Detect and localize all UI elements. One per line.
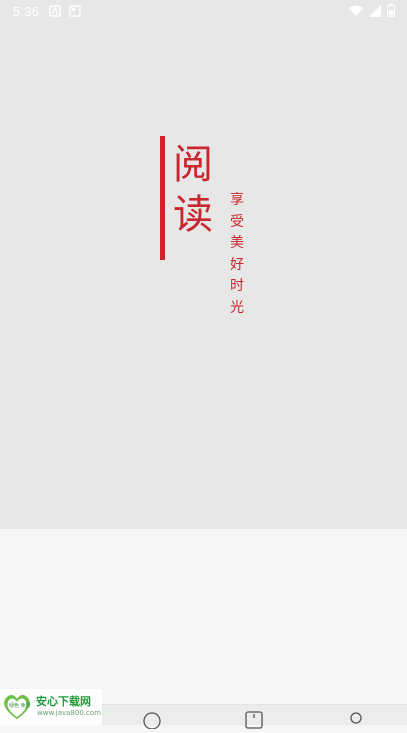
profile-icon[interactable] [348,711,364,733]
bookshelf-icon[interactable] [245,711,263,733]
wifi-icon [349,5,363,20]
battery-icon [387,4,395,20]
status-icons-right [349,4,395,20]
logo-accent-bar [160,136,165,260]
status-icons-left [49,5,81,20]
notification-gallery-icon [69,5,81,20]
notification-a-icon [49,5,61,20]
discover-icon[interactable] [142,711,162,733]
status-time: 5:36 [13,4,40,19]
app-tagline: 享受美好时光 [230,192,244,316]
watermark: 绿色 免费 安心下载网 www.java800.com [0,689,102,725]
watermark-badge: 绿色 免费 [9,703,31,709]
heart-logo-icon [2,693,32,725]
watermark-url: www.java800.com [37,709,101,717]
splash-screen: 5:36 阅读 享受美好时光 [0,0,407,529]
watermark-title: 安心下载网 [36,695,91,708]
status-bar: 5:36 [0,0,407,24]
signal-icon [369,4,381,20]
app-logo-title: 阅读 [173,142,213,238]
